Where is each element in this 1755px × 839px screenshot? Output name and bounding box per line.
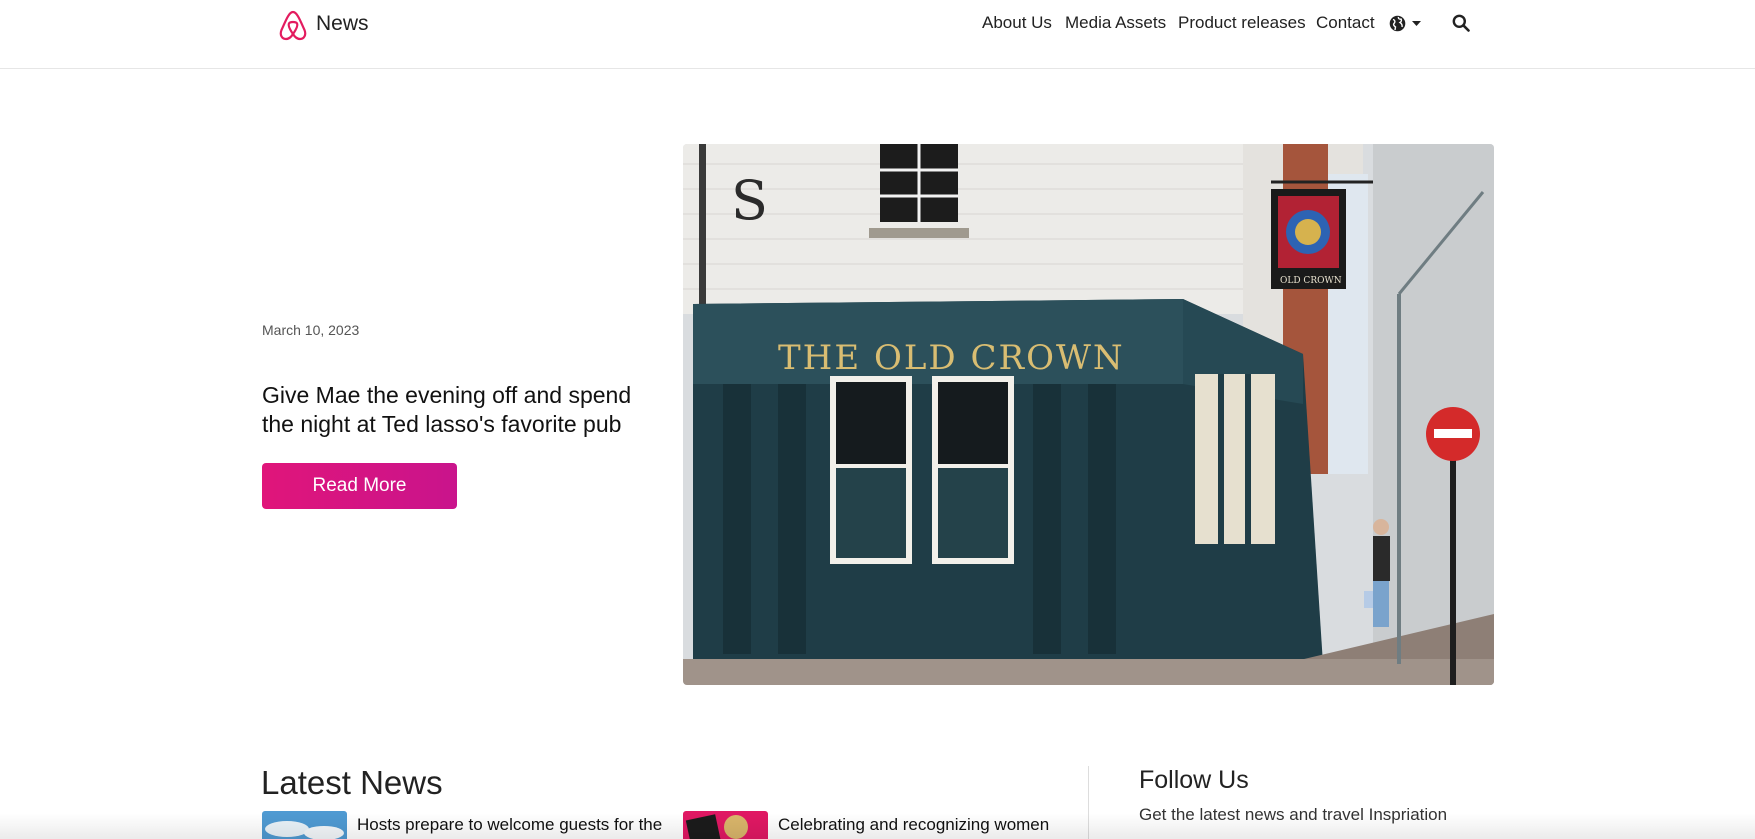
news-title[interactable]: Hosts prepare to welcome guests for the — [357, 811, 677, 839]
nav-media-assets[interactable]: Media Assets — [1065, 13, 1166, 33]
section-divider — [1088, 766, 1089, 839]
hero-date: March 10, 2023 — [262, 322, 360, 338]
caret-down-icon — [1412, 20, 1421, 26]
follow-us-heading: Follow Us — [1139, 766, 1249, 794]
hero-title[interactable]: Give Mae the evening off and spend the n… — [262, 381, 662, 439]
brand-link[interactable]: News — [276, 8, 369, 42]
airbnb-logo-icon — [279, 10, 307, 41]
read-more-button[interactable]: Read More — [262, 463, 457, 509]
follow-us-subtitle: Get the latest news and travel Inspriati… — [1139, 805, 1448, 824]
svg-text:S: S — [731, 169, 768, 232]
nav-product-releases[interactable]: Product releases — [1178, 13, 1306, 33]
site-header: News About Us Media Assets Product relea… — [0, 0, 1755, 69]
language-dropdown[interactable] — [1389, 15, 1421, 32]
nav-about-us[interactable]: About Us — [982, 13, 1052, 33]
pub-sign-text: THE OLD CROWN — [778, 338, 1125, 378]
news-thumbnail — [683, 811, 768, 839]
hero-image[interactable]: S THE OLD CROWN OLD CROWN — [683, 144, 1494, 685]
pub-photo: S THE OLD CROWN OLD CROWN — [683, 144, 1494, 685]
hanging-sign-text: OLD CROWN — [1280, 276, 1342, 286]
globe-icon — [1389, 15, 1406, 32]
news-card[interactable]: Celebrating and recognizing women — [683, 811, 1098, 839]
brand-text: News — [316, 12, 369, 35]
news-thumbnail — [262, 811, 347, 839]
nav-contact[interactable]: Contact — [1316, 13, 1375, 33]
latest-news-heading: Latest News — [261, 764, 443, 801]
search-icon[interactable] — [1452, 14, 1470, 32]
news-card[interactable]: Hosts prepare to welcome guests for the — [262, 811, 677, 839]
news-title[interactable]: Celebrating and recognizing women — [778, 811, 1098, 839]
